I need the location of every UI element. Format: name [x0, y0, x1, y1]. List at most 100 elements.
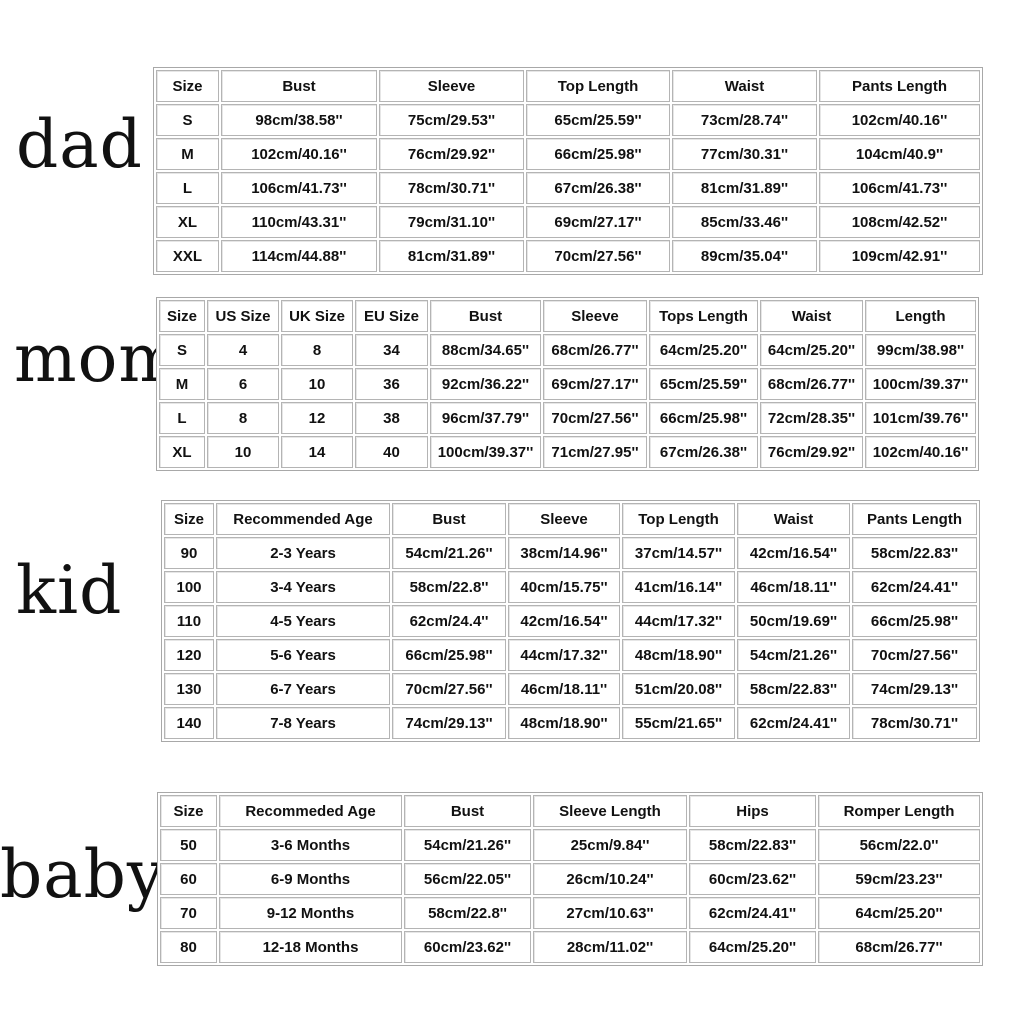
table-cell: 12	[281, 402, 353, 434]
table-cell: 38	[355, 402, 428, 434]
table-row: XXL 114cm/44.88'' 81cm/31.89'' 70cm/27.56''…	[156, 240, 980, 272]
table-cell: 102cm/40.16''	[221, 138, 377, 170]
column-header: Recommeded Age	[219, 795, 402, 827]
table-cell: 68cm/26.77''	[760, 368, 863, 400]
baby-size-table: Size Recommeded Age Bust Sleeve Length Hips R…	[157, 792, 983, 966]
table-cell: 10	[281, 368, 353, 400]
table-cell: 70cm/27.56''	[543, 402, 647, 434]
table-cell: 40	[355, 436, 428, 468]
table-cell: 50cm/19.69''	[737, 605, 850, 637]
table-cell: 44cm/17.32''	[622, 605, 735, 637]
table-cell: 100cm/39.37''	[430, 436, 541, 468]
table-cell: 4	[207, 334, 279, 366]
table-cell: 55cm/21.65''	[622, 707, 735, 739]
table-cell: 44cm/17.32''	[508, 639, 620, 671]
table-cell: 64cm/25.20''	[649, 334, 758, 366]
table-cell: 70cm/27.56''	[526, 240, 670, 272]
table-cell: 59cm/23.23''	[818, 863, 980, 895]
table-row: 70 9-12 Months 58cm/22.8'' 27cm/10.63'' 62cm…	[160, 897, 980, 929]
table-cell: 58cm/22.83''	[737, 673, 850, 705]
table-row: M 102cm/40.16'' 76cm/29.92'' 66cm/25.98'' 77…	[156, 138, 980, 170]
table-cell: 27cm/10.63''	[533, 897, 687, 929]
table-cell: 114cm/44.88''	[221, 240, 377, 272]
table-cell: 78cm/30.71''	[852, 707, 977, 739]
table-cell: 50	[160, 829, 217, 861]
table-cell: 73cm/28.74''	[672, 104, 817, 136]
table-cell: L	[156, 172, 219, 204]
table-cell: 120	[164, 639, 214, 671]
table-cell: 89cm/35.04''	[672, 240, 817, 272]
table-cell: 14	[281, 436, 353, 468]
column-header: Top Length	[622, 503, 735, 535]
header-row: Size Recommeded Age Bust Sleeve Length Hips R…	[160, 795, 980, 827]
table-cell: 60cm/23.62''	[404, 931, 531, 963]
table-cell: 10	[207, 436, 279, 468]
table-cell: 6-7 Years	[216, 673, 390, 705]
table-cell: 62cm/24.41''	[737, 707, 850, 739]
table-cell: 71cm/27.95''	[543, 436, 647, 468]
table-cell: 110	[164, 605, 214, 637]
table-cell: 130	[164, 673, 214, 705]
column-header: Sleeve Length	[533, 795, 687, 827]
table-cell: 66cm/25.98''	[649, 402, 758, 434]
table-cell: 79cm/31.10''	[379, 206, 524, 238]
column-header: Waist	[672, 70, 817, 102]
table-cell: 64cm/25.20''	[689, 931, 816, 963]
table-cell: 62cm/24.41''	[852, 571, 977, 603]
column-header: Recommended Age	[216, 503, 390, 535]
table-cell: 6-9 Months	[219, 863, 402, 895]
table-cell: 78cm/30.71''	[379, 172, 524, 204]
table-row: 100 3-4 Years 58cm/22.8'' 40cm/15.75'' 41cm/…	[164, 571, 977, 603]
table-cell: 67cm/26.38''	[526, 172, 670, 204]
table-cell: 66cm/25.98''	[392, 639, 506, 671]
column-header: Size	[164, 503, 214, 535]
header-row: Size US Size UK Size EU Size Bust Sleeve Tops …	[159, 300, 976, 332]
table-cell: 28cm/11.02''	[533, 931, 687, 963]
dad-size-table: Size Bust Sleeve Top Length Waist Pants Lengt…	[153, 67, 983, 275]
column-header: Pants Length	[852, 503, 977, 535]
table-cell: 7-8 Years	[216, 707, 390, 739]
table-cell: 67cm/26.38''	[649, 436, 758, 468]
table-row: 50 3-6 Months 54cm/21.26'' 25cm/9.84'' 58cm/…	[160, 829, 980, 861]
table-cell: 70cm/27.56''	[852, 639, 977, 671]
table-cell: 9-12 Months	[219, 897, 402, 929]
table-cell: 26cm/10.24''	[533, 863, 687, 895]
table-cell: 68cm/26.77''	[818, 931, 980, 963]
table-cell: 40cm/15.75''	[508, 571, 620, 603]
table-cell: 8	[281, 334, 353, 366]
column-header: Size	[159, 300, 205, 332]
table-row: 110 4-5 Years 62cm/24.4'' 42cm/16.54'' 44cm/…	[164, 605, 977, 637]
table-row: S 4 8 34 88cm/34.65'' 68cm/26.77'' 64cm/25.20'…	[159, 334, 976, 366]
table-cell: S	[159, 334, 205, 366]
table-cell: 3-6 Months	[219, 829, 402, 861]
column-header: Romper Length	[818, 795, 980, 827]
table-row: 130 6-7 Years 70cm/27.56'' 46cm/18.11'' 51cm…	[164, 673, 977, 705]
column-header: Waist	[737, 503, 850, 535]
table-cell: 81cm/31.89''	[379, 240, 524, 272]
column-header: Sleeve	[543, 300, 647, 332]
table-row: 60 6-9 Months 56cm/22.05'' 26cm/10.24'' 60cm…	[160, 863, 980, 895]
table-cell: XXL	[156, 240, 219, 272]
table-cell: 64cm/25.20''	[760, 334, 863, 366]
table-cell: 100	[164, 571, 214, 603]
column-header: Pants Length	[819, 70, 980, 102]
table-row: M 6 10 36 92cm/36.22'' 69cm/27.17'' 65cm/25.59…	[159, 368, 976, 400]
table-cell: 46cm/18.11''	[737, 571, 850, 603]
column-header: Top Length	[526, 70, 670, 102]
table-cell: 106cm/41.73''	[819, 172, 980, 204]
column-header: UK Size	[281, 300, 353, 332]
table-row: XL 10 14 40 100cm/39.37'' 71cm/27.95'' 67cm/26…	[159, 436, 976, 468]
table-cell: 70	[160, 897, 217, 929]
table-cell: 66cm/25.98''	[526, 138, 670, 170]
table-cell: 56cm/22.05''	[404, 863, 531, 895]
column-header: EU Size	[355, 300, 428, 332]
kid-size-table: Size Recommended Age Bust Sleeve Top Length W…	[161, 500, 980, 742]
table-cell: 74cm/29.13''	[392, 707, 506, 739]
header-row: Size Recommended Age Bust Sleeve Top Length W…	[164, 503, 977, 535]
table-cell: 41cm/16.14''	[622, 571, 735, 603]
table-cell: 81cm/31.89''	[672, 172, 817, 204]
table-cell: XL	[156, 206, 219, 238]
label-kid: kid	[16, 552, 123, 629]
table-cell: 51cm/20.08''	[622, 673, 735, 705]
table-cell: 38cm/14.96''	[508, 537, 620, 569]
